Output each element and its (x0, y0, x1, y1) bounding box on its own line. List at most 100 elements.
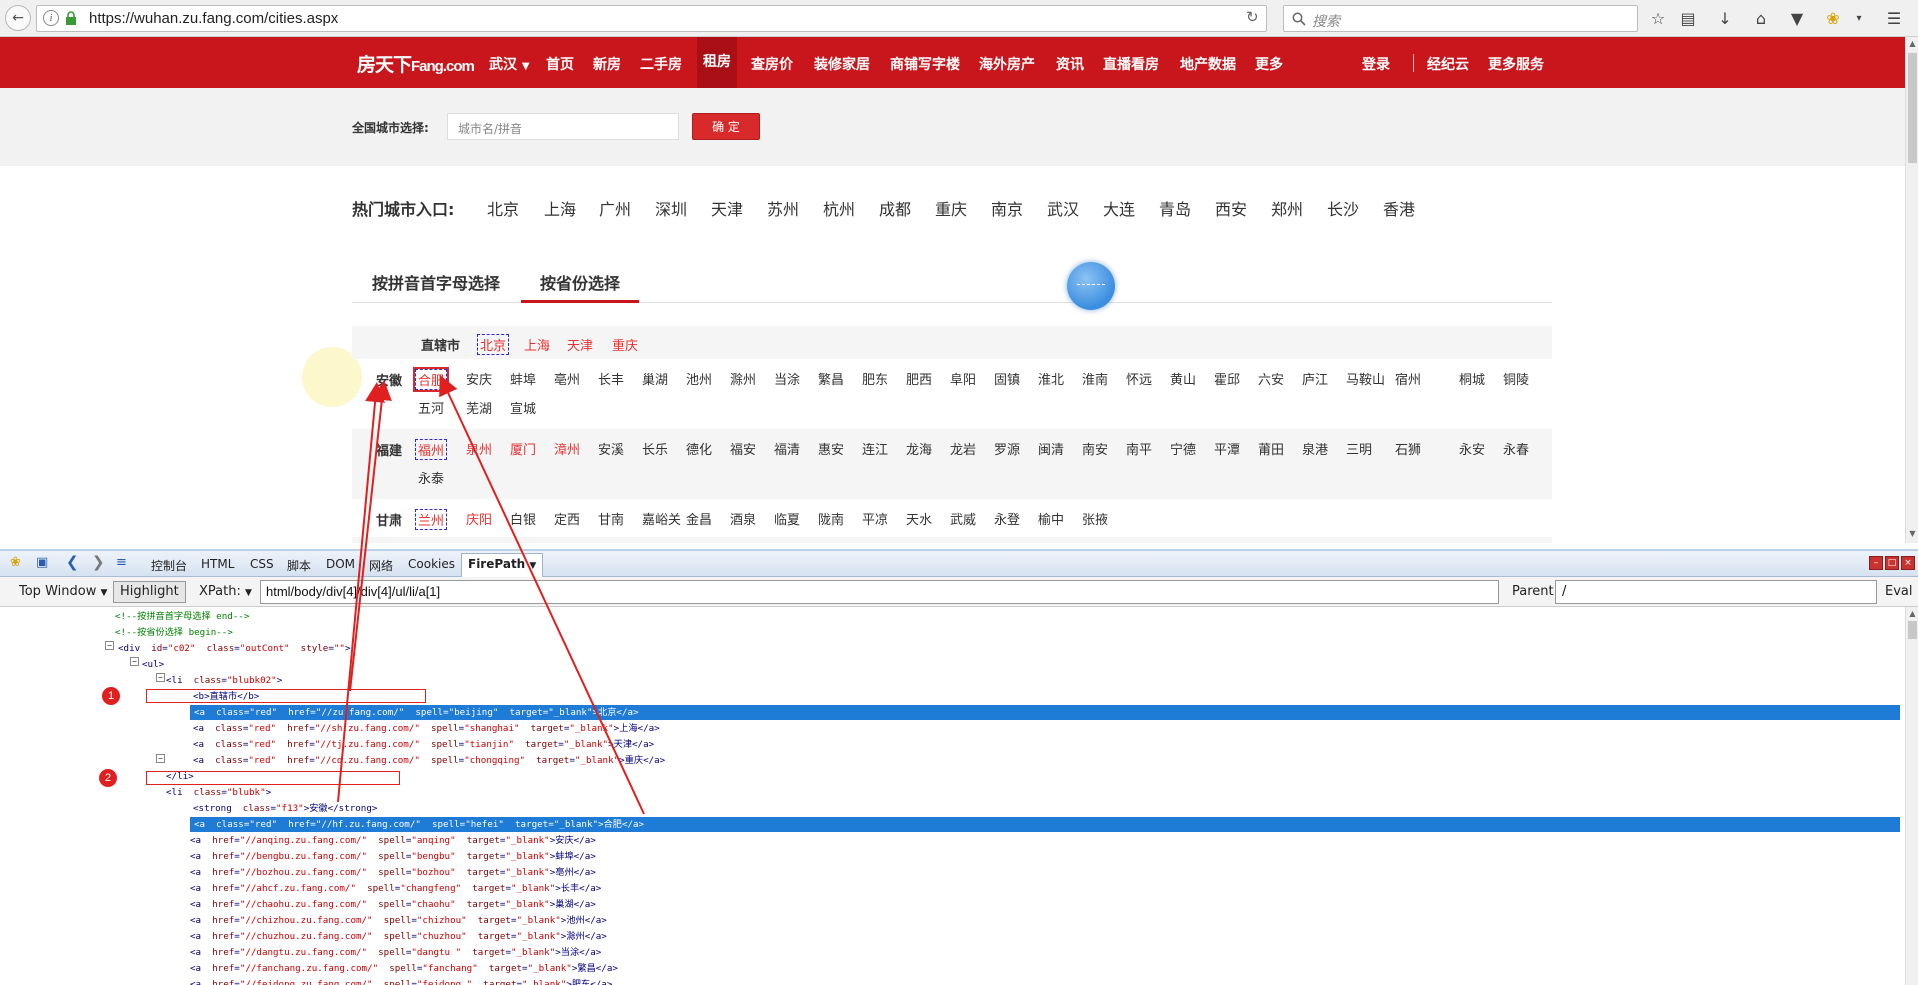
collapse-toggle-icon[interactable]: − (130, 657, 139, 666)
menu-icon[interactable]: ☰ (1883, 7, 1905, 29)
inspect-icon[interactable]: ▣ (36, 555, 48, 570)
hot-city[interactable]: 广州 (599, 196, 631, 220)
city-link[interactable]: 石狮 (1395, 439, 1421, 458)
hot-city[interactable]: 武汉 (1047, 196, 1079, 220)
tab-css[interactable]: CSS (250, 557, 274, 571)
parent-input[interactable]: / (1555, 580, 1877, 604)
hot-city[interactable]: 南京 (991, 196, 1023, 220)
tab-network[interactable]: 网络 (369, 557, 393, 574)
code-line[interactable]: <a href="//anqing.zu.fang.com/" spell="a… (190, 833, 596, 848)
nav-price[interactable]: 查房价 (751, 54, 793, 74)
city-link[interactable]: 庆阳 (466, 509, 492, 528)
code-line[interactable]: <a class="red" href="//tj.zu.fang.com/" … (193, 737, 654, 752)
city-link[interactable]: 怀远 (1126, 369, 1152, 388)
tab-dom[interactable]: DOM (326, 557, 355, 571)
highlight-button[interactable]: Highlight (113, 581, 186, 603)
code-line[interactable]: <ul> (142, 657, 164, 672)
code-line[interactable]: <a href="//dangtu.zu.fang.com/" spell="d… (190, 945, 601, 960)
more-services-link[interactable]: 更多服务 (1488, 54, 1544, 74)
close-icon[interactable]: × (1901, 556, 1915, 570)
hot-city[interactable]: 深圳 (655, 196, 687, 220)
code-line[interactable]: <a href="//bozhou.zu.fang.com/" spell="b… (190, 865, 596, 880)
code-line[interactable]: <a class="red" href="//sh.zu.fang.com/" … (193, 721, 660, 736)
tab-firepath[interactable]: FirePath ▼ (461, 553, 544, 577)
city-link[interactable]: 黄山 (1170, 369, 1196, 388)
city-link[interactable]: 闽清 (1038, 439, 1064, 458)
nav-rent[interactable]: 租房 (697, 37, 737, 88)
city-link[interactable]: 泉港 (1302, 439, 1328, 458)
city-link[interactable]: 芜湖 (466, 398, 492, 417)
city-link[interactable]: 六安 (1258, 369, 1284, 388)
city-link[interactable]: 永安 (1459, 439, 1485, 458)
city-link[interactable]: 上海 (524, 335, 550, 354)
code-line[interactable]: <a href="//ahcf.zu.fang.com/" spell="cha… (190, 881, 601, 896)
hot-city[interactable]: 长沙 (1327, 196, 1359, 220)
code-line[interactable]: <a href="//chuzhou.zu.fang.com/" spell="… (190, 929, 607, 944)
city-link[interactable]: 福安 (730, 439, 756, 458)
code-line[interactable]: <a href="//bengbu.zu.fang.com/" spell="b… (190, 849, 596, 864)
page-scrollbar[interactable]: ▲ ▼ (1905, 37, 1918, 543)
floating-widget[interactable] (1067, 262, 1115, 310)
detach-icon[interactable]: □ (1885, 556, 1899, 570)
city-link[interactable]: 兰州 (415, 509, 448, 530)
code-line[interactable]: <a href="//feidong.zu.fang.com/" spell="… (190, 977, 612, 985)
back-button[interactable]: ← (5, 5, 31, 31)
scroll-down-icon[interactable]: ▼ (1907, 529, 1918, 541)
reading-list-icon[interactable]: ▤ (1677, 7, 1699, 29)
tab-html[interactable]: HTML (201, 557, 234, 571)
city-link[interactable]: 宿州 (1395, 369, 1421, 388)
code-line-selected[interactable]: <a class="red" href="//zu.fang.com/" spe… (190, 705, 1900, 720)
scrollbar-thumb[interactable] (1908, 53, 1917, 163)
chevron-down-icon[interactable]: ▾ (1848, 7, 1870, 29)
address-bar[interactable]: i https://wuhan.zu.fang.com/cities.aspx (36, 5, 1267, 32)
city-link[interactable]: 长丰 (598, 369, 624, 388)
code-line-selected[interactable]: <a class="red" href="//hf.zu.fang.com/" … (190, 817, 1900, 832)
hot-city[interactable]: 北京 (487, 196, 519, 220)
code-line[interactable]: <a href="//chizhou.zu.fang.com/" spell="… (190, 913, 607, 928)
city-link[interactable]: 福州 (415, 439, 448, 460)
city-link[interactable]: 平潭 (1214, 439, 1240, 458)
scroll-up-icon[interactable]: ▲ (1907, 609, 1918, 621)
home-icon[interactable]: ⌂ (1750, 7, 1772, 29)
hot-city[interactable]: 大连 (1103, 196, 1135, 220)
city-link[interactable]: 厦门 (510, 439, 536, 458)
city-link[interactable]: 永春 (1503, 439, 1529, 458)
city-link[interactable]: 连江 (862, 439, 888, 458)
reload-icon[interactable]: ↻ (1246, 8, 1259, 26)
city-link[interactable]: 肥西 (906, 369, 932, 388)
hot-city[interactable]: 重庆 (935, 196, 967, 220)
collapse-toggle-icon[interactable]: − (156, 754, 165, 763)
tab-province[interactable]: 按省份选择 (540, 270, 620, 294)
city-link[interactable]: 繁昌 (818, 369, 844, 388)
code-line[interactable]: <strong class="f13">安徽</strong> (193, 801, 377, 816)
chevron-left-icon[interactable]: ❮ (66, 553, 79, 571)
nav-commercial[interactable]: 商铺写字楼 (890, 54, 960, 74)
city-link[interactable]: 宣城 (510, 398, 536, 417)
pocket-icon[interactable]: ▼ (1786, 7, 1808, 29)
devtools-scrollbar[interactable]: ▲ (1905, 607, 1918, 985)
city-link[interactable]: 桐城 (1459, 369, 1485, 388)
site-logo[interactable]: 房天下Fang.com (357, 50, 475, 77)
city-link[interactable]: 酒泉 (730, 509, 756, 528)
city-link[interactable]: 安溪 (598, 439, 624, 458)
eval-button[interactable]: Eval (1885, 584, 1913, 599)
city-link[interactable]: 北京 (477, 334, 510, 355)
city-selector[interactable]: 武汉 ▼ (489, 54, 530, 74)
city-link[interactable]: 巢湖 (642, 369, 668, 388)
city-link[interactable]: 张掖 (1082, 509, 1108, 528)
city-link[interactable]: 淮北 (1038, 369, 1064, 388)
tab-pinyin[interactable]: 按拼音首字母选择 (372, 270, 500, 294)
hot-city[interactable]: 郑州 (1271, 196, 1303, 220)
city-link[interactable]: 蚌埠 (510, 369, 536, 388)
nav-more[interactable]: 更多 (1255, 54, 1283, 74)
nav-second-hand[interactable]: 二手房 (640, 54, 682, 74)
nav-data[interactable]: 地产数据 (1180, 54, 1236, 74)
hot-city[interactable]: 上海 (544, 196, 576, 220)
city-link[interactable]: 合肥 (412, 367, 450, 392)
download-icon[interactable]: ↓ (1714, 7, 1736, 29)
city-link[interactable]: 南安 (1082, 439, 1108, 458)
city-link[interactable]: 定西 (554, 509, 580, 528)
hot-city[interactable]: 天津 (711, 196, 743, 220)
info-icon[interactable]: i (43, 10, 59, 26)
login-link[interactable]: 登录 (1362, 54, 1390, 74)
